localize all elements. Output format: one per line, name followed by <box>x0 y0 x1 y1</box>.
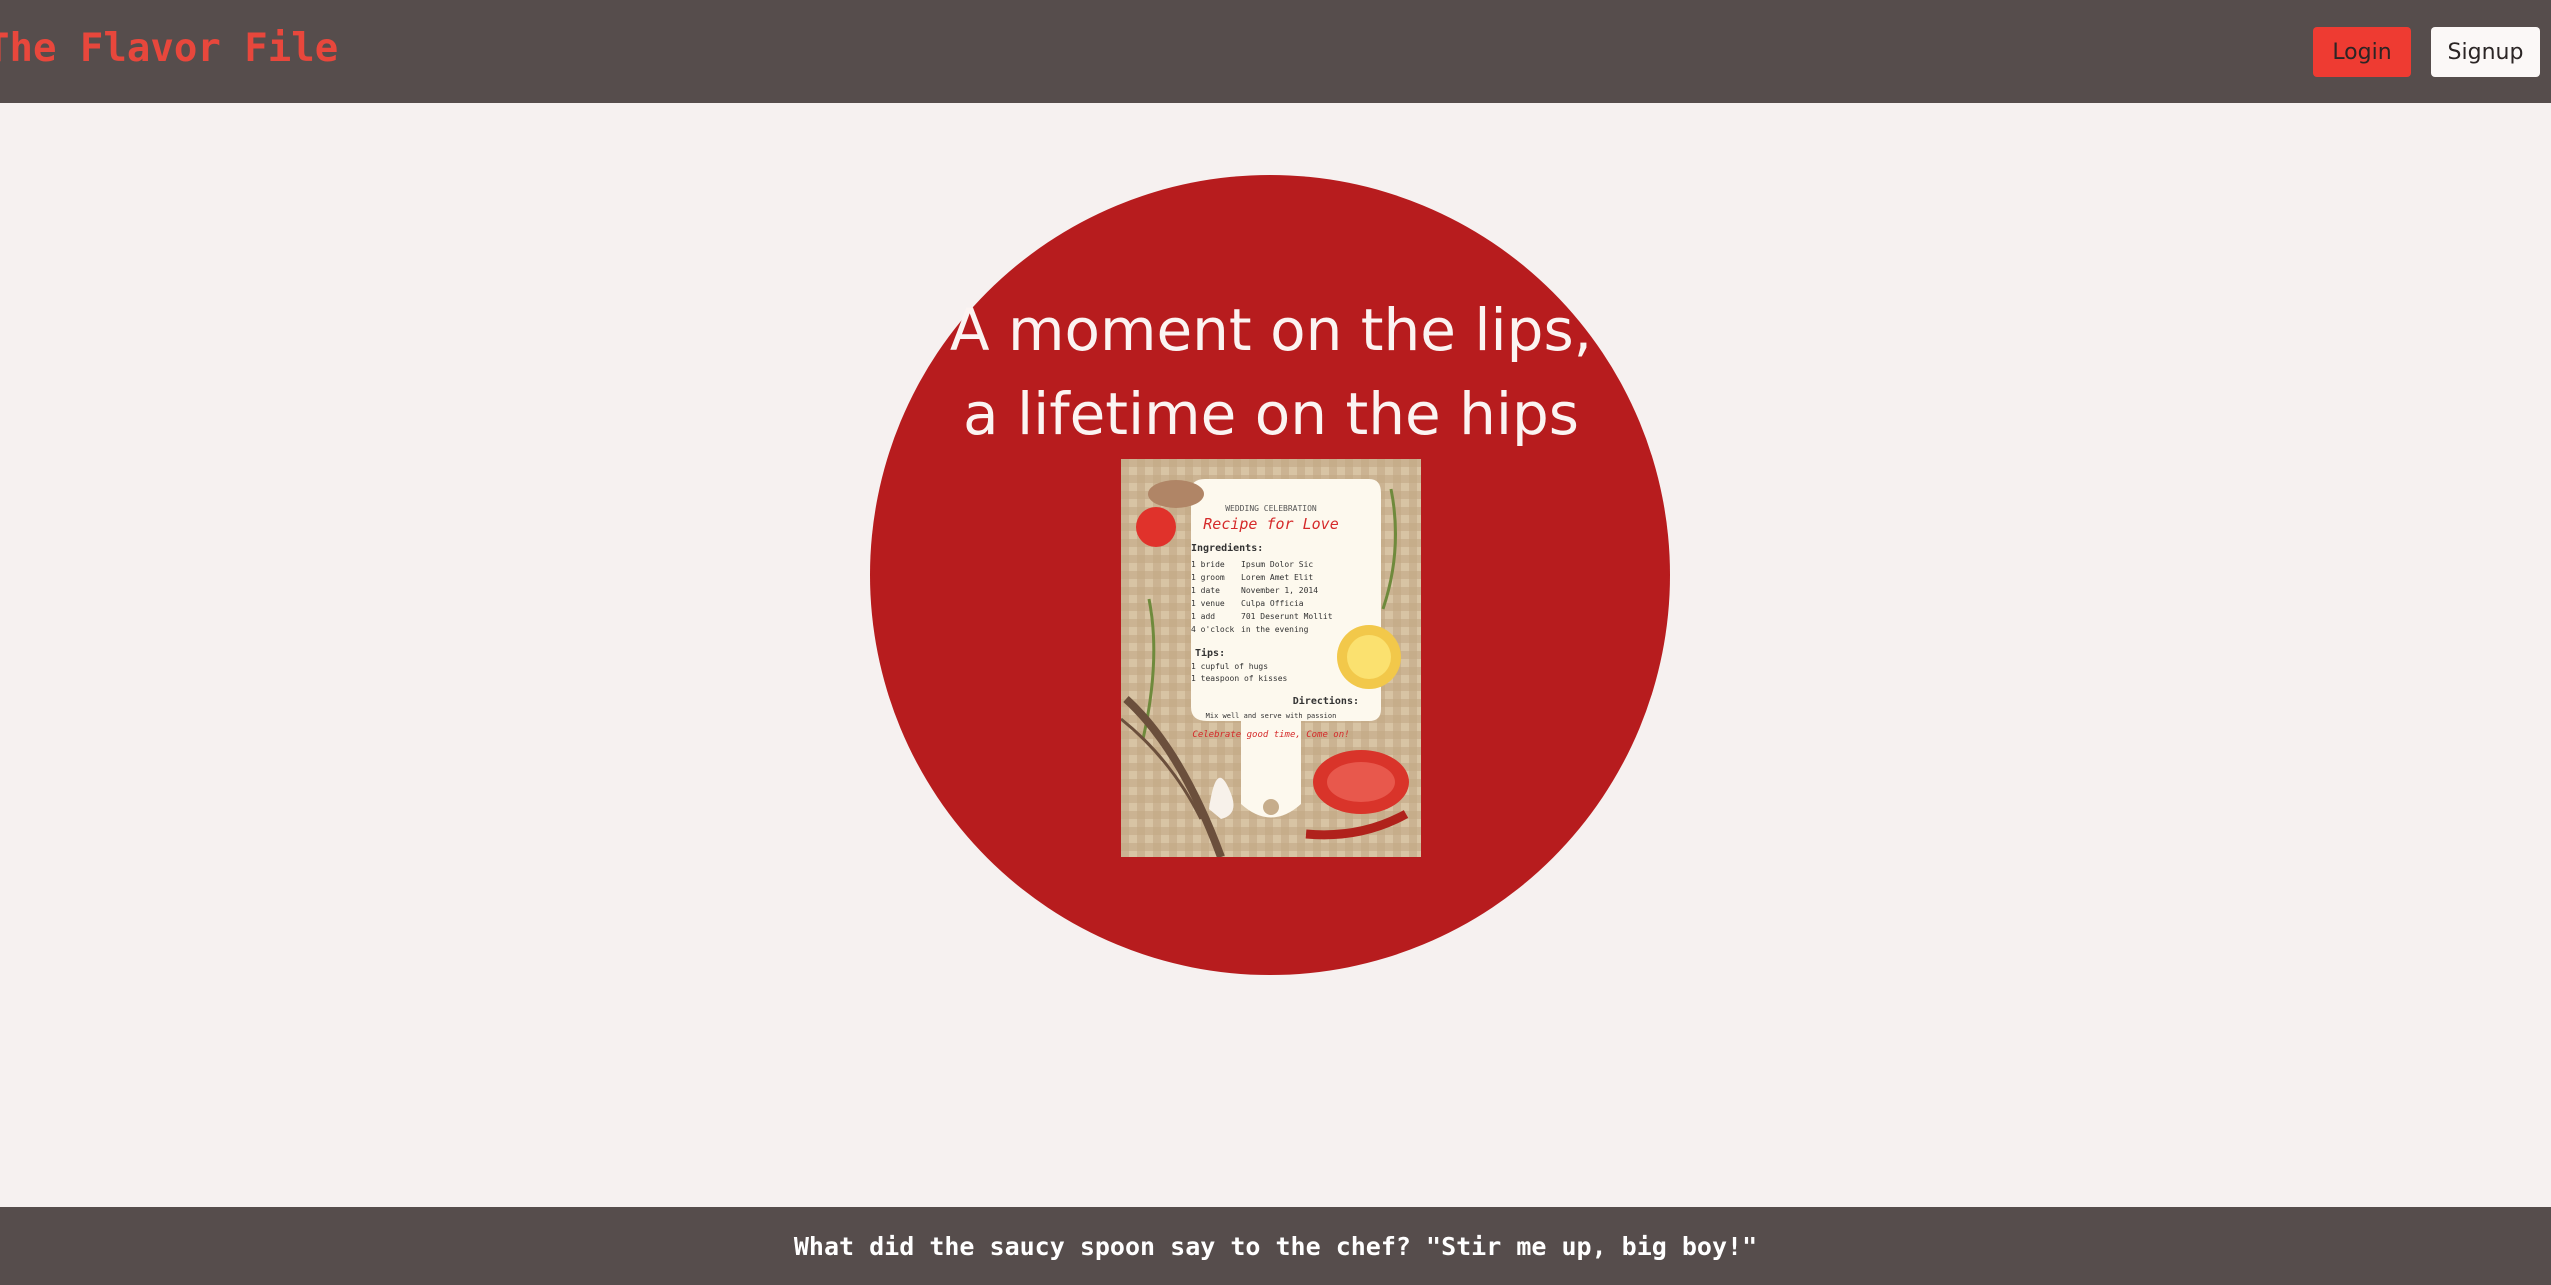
login-button[interactable]: Login <box>2313 27 2411 77</box>
svg-text:Tips:: Tips: <box>1195 647 1225 659</box>
signup-button[interactable]: Signup <box>2431 27 2540 77</box>
ingredient-qty: 1 date <box>1191 586 1220 595</box>
ingredient-qty: 1 venue <box>1191 599 1225 608</box>
ingredient-value: 701 Deserunt Mollit <box>1241 612 1333 621</box>
ingredient-value: Ipsum Dolor Sic <box>1241 560 1313 569</box>
tip-item: 1 teaspoon of kisses <box>1191 674 1288 683</box>
ingredient-value: Lorem Amet Elit <box>1241 573 1313 582</box>
svg-text:Directions:: Directions: <box>1293 695 1359 707</box>
svg-text:Recipe for Love: Recipe for Love <box>1203 515 1338 533</box>
svg-text:Mix well and serve with passio: Mix well and serve with passion <box>1206 712 1337 720</box>
ingredient-value: Culpa Officia <box>1241 599 1304 608</box>
tomato-icon <box>1136 507 1176 547</box>
ingredient-qty: 1 groom <box>1191 573 1225 582</box>
ingredient-value: in the evening <box>1241 625 1309 634</box>
ingredient-qty: 4 o'clock <box>1191 625 1235 634</box>
brand-logo[interactable]: The Flavor File <box>0 26 338 71</box>
footer-joke: What did the saucy spoon say to the chef… <box>793 1231 1758 1261</box>
svg-text:WEDDING CELEBRATION: WEDDING CELEBRATION <box>1225 504 1317 513</box>
recipe-card-image: WEDDING CELEBRATION Recipe for Love Ingr… <box>1121 459 1421 857</box>
tip-item: 1 cupful of hugs <box>1191 662 1268 671</box>
ingredient-qty: 1 add <box>1191 612 1215 621</box>
footer-bar: What did the saucy spoon say to the chef… <box>0 1207 2551 1285</box>
hero-title: A moment on the lips, a lifetime on the … <box>949 296 1593 448</box>
top-navbar: The Flavor File Login Signup <box>0 0 2551 103</box>
svg-text:Celebrate good time, Come on!: Celebrate good time, Come on! <box>1192 730 1349 740</box>
svg-text:Ingredients:: Ingredients: <box>1191 542 1263 554</box>
ingredient-value: November 1, 2014 <box>1241 586 1318 595</box>
ingredient-qty: 1 bride <box>1191 560 1225 569</box>
